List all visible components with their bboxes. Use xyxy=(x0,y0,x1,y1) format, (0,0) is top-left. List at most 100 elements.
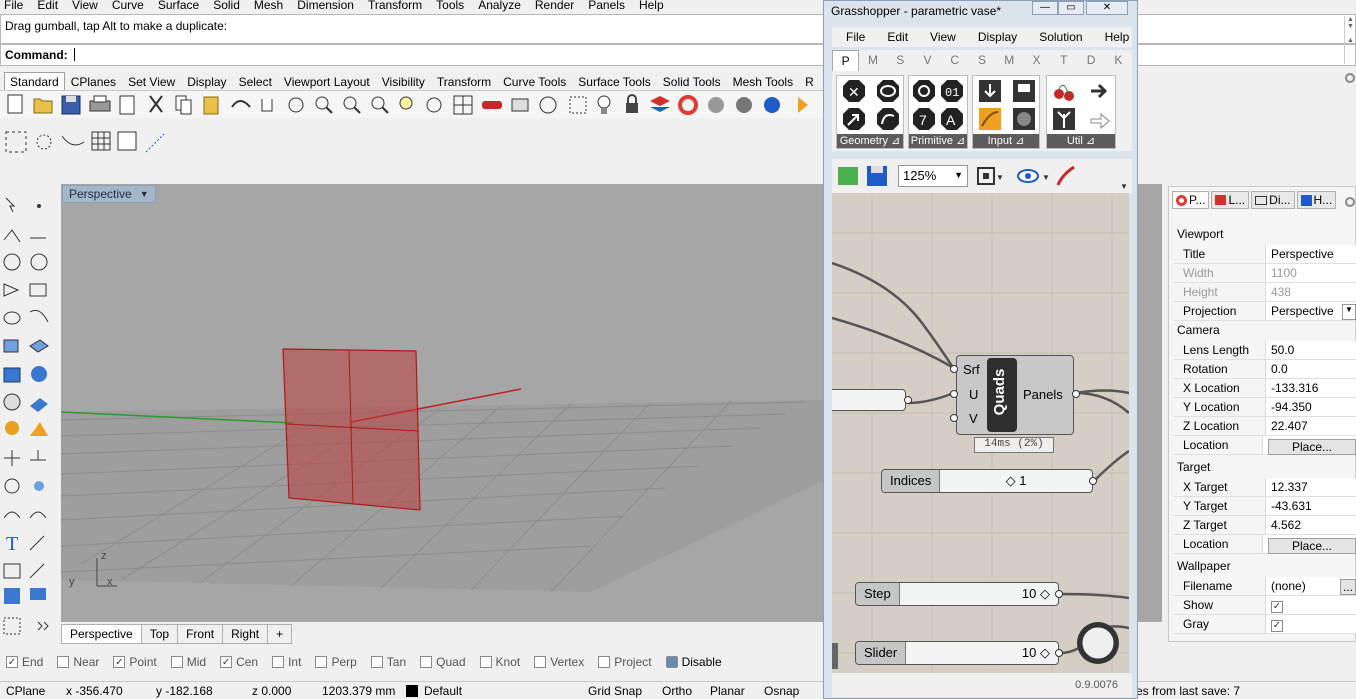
tab-standard[interactable]: Standard xyxy=(4,72,65,90)
camera-place-button[interactable]: Place... xyxy=(1268,439,1356,455)
osnap-checkbox[interactable] xyxy=(479,656,492,668)
chevron-down-icon[interactable]: ▼ xyxy=(954,168,963,184)
gh-tab-c[interactable]: C xyxy=(941,50,968,71)
browse-button[interactable]: ... xyxy=(1340,579,1356,595)
tab-mesh-tools[interactable]: Mesh Tools xyxy=(727,72,799,90)
gh-tab-x[interactable]: X xyxy=(1023,50,1050,71)
tab-display[interactable]: Di... xyxy=(1251,191,1295,209)
gh-menu-solution[interactable]: Solution xyxy=(1039,30,1082,44)
gh-menu-display[interactable]: Display xyxy=(978,30,1017,44)
osnap-tan[interactable]: Tan xyxy=(370,655,406,669)
osnap-disable[interactable]: Disable xyxy=(665,655,722,669)
osnap-vertex[interactable]: Vertex xyxy=(534,655,584,669)
menu-view[interactable]: View xyxy=(72,0,98,13)
dropdown-arrow-icon[interactable]: ▼ xyxy=(1342,304,1356,320)
target-place-button[interactable]: Place... xyxy=(1268,538,1356,554)
menu-file[interactable]: File xyxy=(4,0,23,13)
tab-cplanes[interactable]: CPlanes xyxy=(65,72,122,90)
osnap-checkbox[interactable] xyxy=(272,656,285,668)
status-layer[interactable]: Default xyxy=(424,684,462,698)
disable-checkbox[interactable] xyxy=(665,656,678,668)
value-slider-track[interactable]: 10 ◇ xyxy=(906,645,1058,661)
indices-slider[interactable]: Indices ◇ 1 xyxy=(881,469,1093,493)
show-checkbox[interactable]: ✓ xyxy=(1271,600,1283,613)
menu-analyze[interactable]: Analyze xyxy=(478,0,521,13)
group-input-label[interactable]: Input ⊿ xyxy=(973,134,1039,148)
tab-set-view[interactable]: Set View xyxy=(122,72,181,90)
viewport-tab-top[interactable]: Top xyxy=(140,624,179,644)
step-slider[interactable]: Step 10 ◇ xyxy=(855,582,1059,606)
gh-tab-k[interactable]: K xyxy=(1105,50,1132,71)
viewport-tab-right[interactable]: Right xyxy=(222,624,269,644)
tab-help[interactable]: H... xyxy=(1296,191,1337,209)
grasshopper-canvas[interactable]: Srf U V Quads Panels 14ms (2%) Indices ◇… xyxy=(832,193,1129,673)
tab-surface-tools[interactable]: Surface Tools xyxy=(572,72,657,90)
menu-tools[interactable]: Tools xyxy=(436,0,464,13)
tab-layers[interactable]: L... xyxy=(1211,191,1250,209)
tab-display[interactable]: Display xyxy=(181,72,232,90)
gh-menu-file[interactable]: File xyxy=(846,30,865,44)
tab-solid-tools[interactable]: Solid Tools xyxy=(657,72,727,90)
osnap-knot[interactable]: Knot xyxy=(479,655,520,669)
osnap-checkbox[interactable]: ✓ xyxy=(113,656,126,668)
add-viewport-tab-button[interactable]: + xyxy=(267,624,293,644)
menu-panels[interactable]: Panels xyxy=(588,0,625,13)
tab-curve-tools[interactable]: Curve Tools xyxy=(497,72,572,90)
menu-edit[interactable]: Edit xyxy=(37,0,58,13)
indices-output-grip[interactable] xyxy=(1089,477,1097,485)
maximize-button[interactable]: ▭ xyxy=(1058,1,1084,15)
gh-tab-m[interactable]: M xyxy=(996,50,1023,71)
output-panels-grip[interactable] xyxy=(1072,390,1080,398)
osnap-point[interactable]: ✓ Point xyxy=(113,655,157,669)
viewport-tab-front[interactable]: Front xyxy=(177,624,224,644)
offscreen-slider[interactable] xyxy=(832,389,906,411)
osnap-checkbox[interactable] xyxy=(57,656,70,668)
minimize-button[interactable]: — xyxy=(1032,1,1058,15)
osnap-checkbox[interactable] xyxy=(420,656,433,668)
input-u-grip[interactable] xyxy=(950,390,958,398)
command-scrollbar[interactable]: ▲ ▼ ▲ xyxy=(1344,16,1356,64)
step-slider-track[interactable]: 10 ◇ xyxy=(900,586,1058,602)
panel-gear-icon[interactable] xyxy=(1344,196,1356,208)
osnap-near[interactable]: Near xyxy=(57,655,99,669)
gray-checkbox[interactable]: ✓ xyxy=(1271,619,1283,632)
command-caret[interactable] xyxy=(74,48,76,61)
tab-transform[interactable]: Transform xyxy=(431,72,497,90)
group-geometry-label[interactable]: Geometry ⊿ xyxy=(837,134,903,148)
grid-snap-toggle[interactable]: Grid Snap xyxy=(588,684,642,698)
osnap-checkbox[interactable] xyxy=(315,656,328,668)
gh-tab-v[interactable]: V xyxy=(914,50,941,71)
osnap-checkbox[interactable]: ✓ xyxy=(220,656,233,668)
gh-menu-edit[interactable]: Edit xyxy=(887,30,908,44)
command-line[interactable]: Command: xyxy=(0,44,1356,66)
status-cplane[interactable]: CPlane xyxy=(6,684,45,698)
projection-select[interactable]: Perspective xyxy=(1271,304,1334,320)
viewport-title-tab[interactable]: Perspective ▼ xyxy=(62,185,156,203)
menu-solid[interactable]: Solid xyxy=(213,0,240,13)
menu-curve[interactable]: Curve xyxy=(112,0,144,13)
value-slider[interactable]: Slider 10 ◇ xyxy=(855,641,1059,665)
viewport-tab-perspective[interactable]: Perspective xyxy=(61,624,142,644)
osnap-project[interactable]: Project xyxy=(598,655,652,669)
gh-tab-s[interactable]: S xyxy=(887,50,914,71)
viewport-menu-chevron-icon[interactable]: ▼ xyxy=(140,189,149,199)
menu-mesh[interactable]: Mesh xyxy=(254,0,283,13)
osnap-quad[interactable]: Quad xyxy=(420,655,466,669)
tab-viewport-layout[interactable]: Viewport Layout xyxy=(278,72,376,90)
gh-tab-d[interactable]: D xyxy=(1077,50,1104,71)
close-button[interactable]: ✕ xyxy=(1086,1,1128,15)
input-srf-grip[interactable] xyxy=(950,365,958,373)
planar-toggle[interactable]: Planar xyxy=(710,684,745,698)
osnap-cen[interactable]: ✓ Cen xyxy=(220,655,258,669)
input-v-grip[interactable] xyxy=(950,414,958,422)
tab-select[interactable]: Select xyxy=(233,72,278,90)
tab-r[interactable]: R xyxy=(799,72,820,90)
group-util-label[interactable]: Util ⊿ xyxy=(1047,134,1115,148)
indices-slider-track[interactable]: ◇ 1 xyxy=(940,473,1092,489)
offscreen-slider-output[interactable] xyxy=(904,396,912,404)
tab-visibility[interactable]: Visibility xyxy=(376,72,431,90)
gh-menu-view[interactable]: View xyxy=(930,30,956,44)
osnap-mid[interactable]: Mid xyxy=(170,655,206,669)
osnap-checkbox[interactable] xyxy=(598,656,611,668)
gh-tab-s[interactable]: S xyxy=(968,50,995,71)
